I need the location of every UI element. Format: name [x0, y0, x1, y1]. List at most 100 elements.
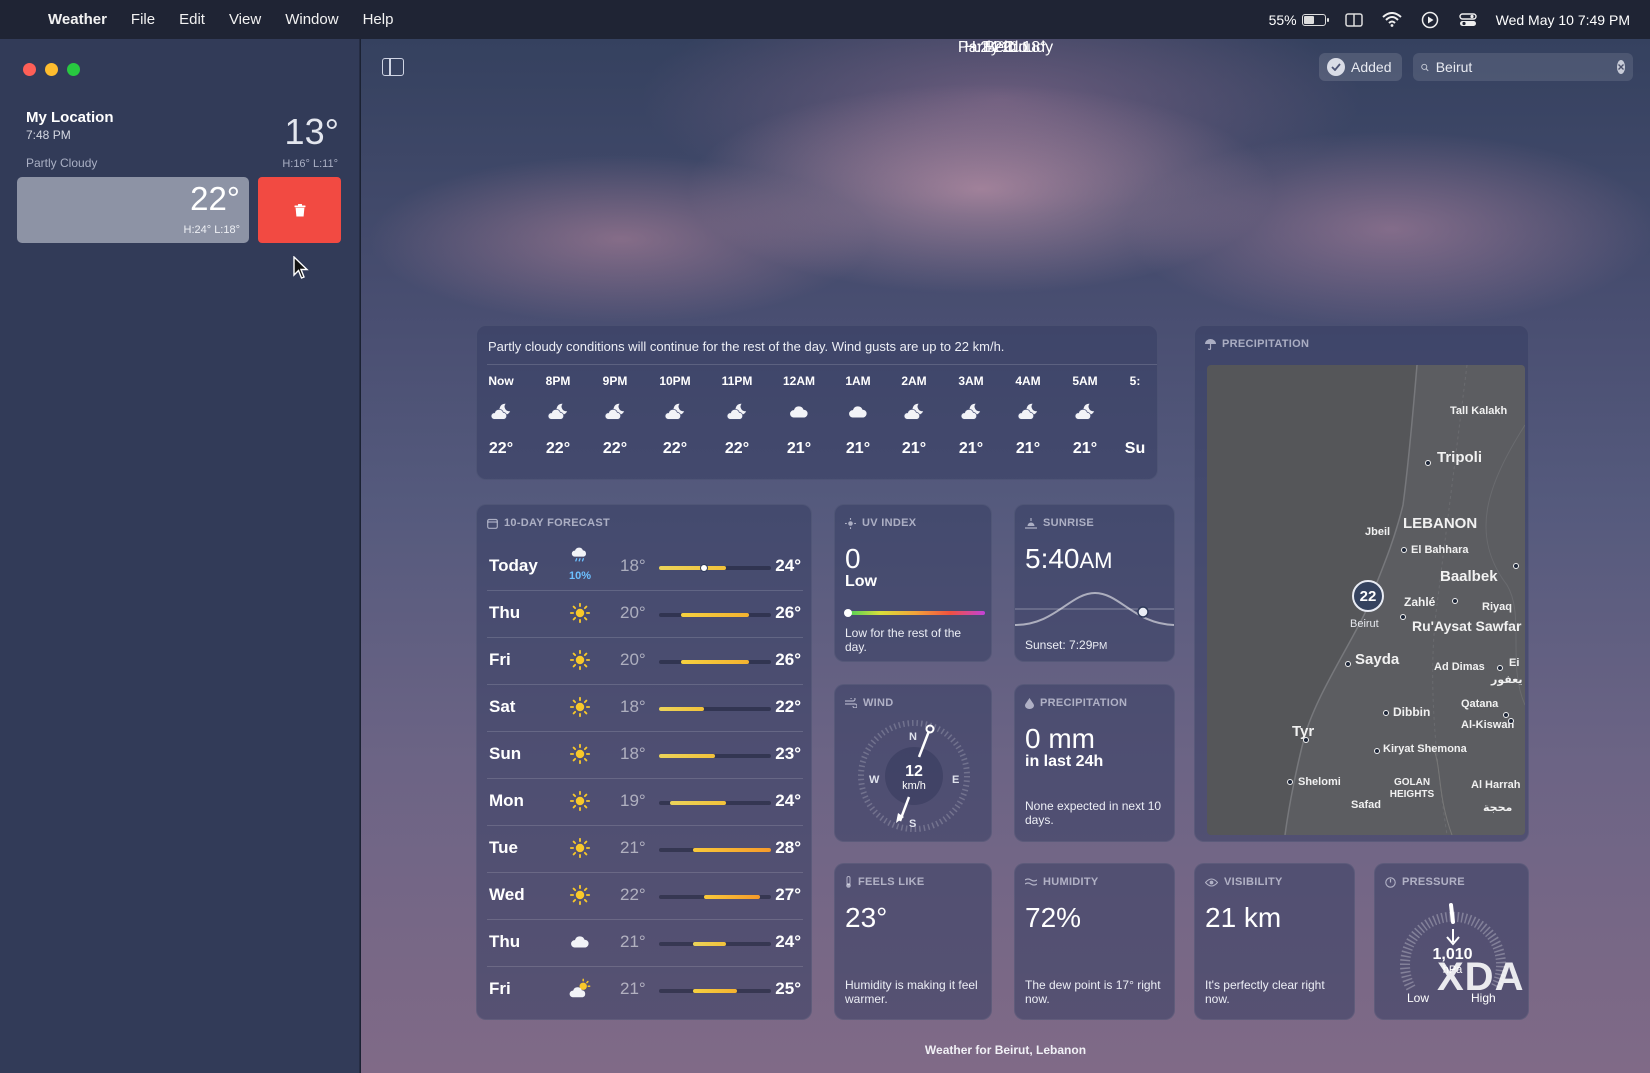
sunrise-card[interactable]: SUNRISE 5:40AM Sunset: 7:29PM	[1014, 504, 1175, 662]
humidity-icon	[1025, 878, 1037, 886]
battery-status[interactable]: 55%	[1269, 12, 1329, 28]
temp-range-track	[659, 660, 771, 664]
map-city-dot	[1513, 563, 1519, 569]
sidebar-item-my-location[interactable]: My Location 7:48 PM Partly Cloudy 13° H:…	[17, 109, 339, 170]
day-low: 18°	[620, 697, 646, 716]
sun-icon	[565, 743, 595, 770]
map-label: محجة	[1483, 802, 1513, 814]
precip-chance: 10%	[568, 570, 592, 582]
day-high: 24°	[775, 556, 801, 575]
delete-location-button[interactable]	[258, 177, 341, 243]
visibility-card[interactable]: VISIBILITY 21 km It's perfectly clear ri…	[1194, 863, 1355, 1020]
menu-window[interactable]: Window	[285, 11, 338, 28]
forecast-day-row[interactable]: Thu 21° 24°	[487, 919, 803, 967]
feels-like-card[interactable]: FEELS LIKE 23° Humidity is making it fee…	[834, 863, 992, 1020]
sidebar-toggle-button[interactable]	[382, 58, 404, 76]
sun-icon	[565, 884, 595, 911]
day-low: 18°	[620, 556, 646, 575]
day-low: 19°	[620, 791, 646, 810]
zoom-window-button[interactable]	[67, 63, 80, 76]
humidity-title-text: HUMIDITY	[1043, 876, 1099, 888]
map-label: Ru'Aysat Sawfar	[1412, 618, 1522, 634]
added-button[interactable]: Added	[1319, 53, 1403, 81]
day-name: Sat	[489, 697, 516, 716]
minimize-window-button[interactable]	[45, 63, 58, 76]
forecast-day-row[interactable]: Sat 18° 22°	[487, 684, 803, 732]
day-low: 21°	[620, 838, 646, 857]
location-pin[interactable]: 22	[1352, 580, 1384, 612]
footer-attribution[interactable]: Weather for Beirut, Lebanon	[361, 1043, 1650, 1057]
temp-range-bar	[692, 942, 727, 946]
precipitation-card[interactable]: PRECIPITATION 0 mm in last 24h None expe…	[1014, 684, 1175, 842]
screen-mirroring-icon[interactable]	[1344, 11, 1364, 29]
visibility-title: VISIBILITY	[1205, 876, 1283, 888]
forecast-day-row[interactable]: Tue 21° 28°	[487, 825, 803, 873]
search-input[interactable]	[1435, 59, 1617, 75]
close-window-button[interactable]	[23, 63, 36, 76]
hour-temp: 22°	[488, 440, 514, 457]
forecast-day-row[interactable]: Thu 20° 26°	[487, 590, 803, 638]
map-label: GOLAN HEIGHTS	[1389, 777, 1435, 800]
visibility-value: 21 km	[1205, 902, 1282, 933]
day-high: 25°	[775, 979, 801, 998]
day-high: 28°	[775, 838, 801, 857]
control-center-icon[interactable]	[1458, 11, 1478, 29]
wifi-icon[interactable]	[1381, 11, 1402, 29]
forecast-day-row[interactable]: Mon 19° 24°	[487, 778, 803, 826]
menu-file[interactable]: File	[131, 11, 155, 28]
precip-title: PRECIPITATION	[1025, 697, 1127, 709]
temp-range-bar	[659, 707, 704, 711]
clear-search-icon[interactable]	[1616, 60, 1625, 74]
temp-range-bar	[703, 895, 760, 899]
humidity-title: HUMIDITY	[1025, 876, 1099, 888]
location-time: 7:48 PM	[26, 128, 71, 142]
day-name: Today	[489, 556, 538, 575]
sidebar: My Location 7:48 PM Partly Cloudy 13° H:…	[0, 39, 360, 1073]
day-high: 26°	[775, 603, 801, 622]
map-city-dot	[1374, 748, 1380, 754]
day-name: Fri	[489, 979, 511, 998]
menu-bar: Weather File Edit View Window Help 55% W…	[0, 0, 1650, 39]
hour-temp: 22°	[662, 440, 688, 457]
sun-icon	[565, 790, 595, 817]
droplet-icon	[1025, 697, 1034, 709]
uv-index-card[interactable]: UV INDEX 0 Low Low for the rest of the d…	[834, 504, 992, 662]
xda-watermark: XDA	[1437, 955, 1525, 999]
precipitation-map[interactable]: Tall Kalakh Tripoli LEBANON Jbeil El Bah…	[1207, 365, 1525, 835]
temp-range-bar	[659, 566, 727, 570]
menu-app-weather[interactable]: Weather	[48, 11, 107, 28]
forecast-day-row[interactable]: Fri 21° 25°	[487, 966, 803, 1014]
menu-clock[interactable]: Wed May 10 7:49 PM	[1496, 12, 1630, 28]
map-label: Al-Kiswah	[1461, 719, 1515, 731]
now-playing-icon[interactable]	[1420, 11, 1440, 29]
menu-view[interactable]: View	[229, 11, 261, 28]
map-label: Kiryat Shemona	[1383, 743, 1467, 755]
cloud-icon	[773, 392, 825, 432]
hourly-forecast-card[interactable]: Partly cloudy conditions will continue f…	[476, 325, 1158, 480]
humidity-card[interactable]: HUMIDITY 72% The dew point is 17° right …	[1014, 863, 1175, 1020]
ten-day-forecast-card[interactable]: 10-DAY FORECAST Today 10% 18° 24° Thu 20° 26° F…	[476, 504, 812, 1020]
menu-edit[interactable]: Edit	[179, 11, 205, 28]
hourly-item: 1AM 21°	[832, 374, 884, 458]
wind-unit: km/h	[902, 780, 926, 792]
forecast-day-row[interactable]: Today 10% 18° 24°	[487, 543, 803, 591]
cloud-icon	[565, 931, 595, 958]
search-field[interactable]	[1413, 53, 1633, 81]
forecast-day-row[interactable]: Fri 20° 26°	[487, 637, 803, 685]
day-high: 22°	[775, 697, 801, 716]
sidebar-item-beirut[interactable]: 22° H:24° L:18°	[17, 177, 249, 243]
map-label: Tripoli	[1437, 449, 1482, 466]
uv-value: 0	[845, 543, 861, 574]
precip-note: None expected in next 10 days.	[1025, 799, 1162, 827]
temp-range-track	[659, 801, 771, 805]
battery-icon	[1301, 13, 1329, 26]
precip-map-title-text: PRECIPITATION	[1222, 338, 1310, 350]
menu-help[interactable]: Help	[363, 11, 394, 28]
forecast-day-row[interactable]: Sun 18° 23°	[487, 731, 803, 779]
sun-icon	[565, 696, 595, 723]
wind-card[interactable]: WIND N E S W 12 km/h	[834, 684, 992, 842]
moon-cloud-icon	[945, 392, 997, 432]
visibility-note: It's perfectly clear right now.	[1205, 978, 1325, 1006]
precipitation-map-card[interactable]: PRECIPITATION Tall Kalakh Tripoli LEBANO…	[1194, 325, 1529, 842]
forecast-day-row[interactable]: Wed 22° 27°	[487, 872, 803, 920]
